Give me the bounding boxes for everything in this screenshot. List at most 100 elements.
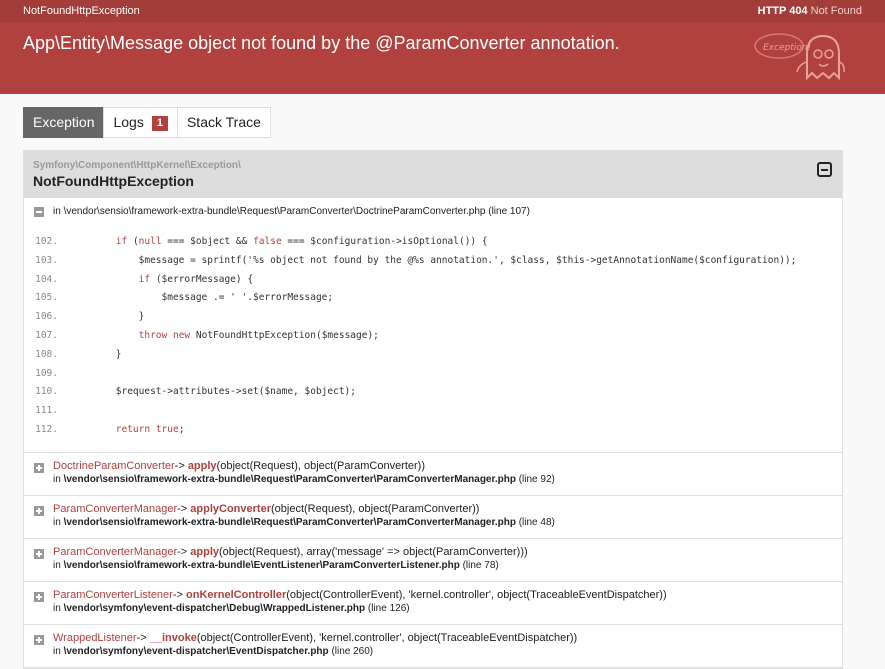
tab-logs[interactable]: Logs 1 (103, 107, 178, 138)
tab-stack-trace[interactable]: Stack Trace (176, 107, 271, 138)
file-prefix: in (53, 559, 61, 571)
trace-item[interactable]: ParamConverterListener-> onKernelControl… (24, 582, 842, 625)
collapse-toggle-icon[interactable] (817, 162, 832, 177)
trace-method: apply (187, 459, 217, 472)
code-line: 103. $message = sprintf('%s object not f… (24, 252, 842, 271)
line-number: 107. (35, 329, 58, 341)
code-line: 109. (24, 365, 842, 384)
http-status: HTTP 404 Not Found (758, 5, 862, 17)
tab-label: Stack Trace (186, 114, 261, 130)
expand-icon[interactable] (34, 505, 44, 516)
trace-location: in \vendor\sensio\framework-extra-bundle… (53, 517, 555, 528)
trace-class: DoctrineParamConverter (53, 459, 175, 472)
trace-file: \vendor\symfony\event-dispatcher\Debug\W… (63, 602, 366, 614)
trace-item[interactable]: ParamConverterManager-> apply(object(Req… (24, 539, 842, 582)
tab-exception[interactable]: Exception (23, 107, 105, 138)
code-text: return true; (115, 423, 185, 435)
trace-location: in \vendor\symfony\event-dispatcher\Even… (53, 646, 577, 657)
line-number: 111. (35, 405, 58, 417)
line-number: 105. (35, 292, 58, 304)
file-prefix: in (53, 473, 61, 485)
file-prefix: in (53, 206, 61, 217)
arrow-operator: -> (177, 502, 188, 515)
code-line: 104. if ($errorMessage) { (24, 271, 842, 290)
trace-line: (line 126) (367, 602, 410, 614)
trace-file: \vendor\sensio\framework-extra-bundle\Ev… (63, 559, 460, 571)
trace-location: in \vendor\sensio\framework-extra-bundle… (53, 560, 528, 571)
code-text: $message .= ' '.$errorMessage; (70, 292, 334, 304)
trace-class: ParamConverterManager (53, 502, 178, 515)
line-number: 102. (35, 236, 58, 247)
trace-args: (object(Request), object(ParamConverter)… (216, 459, 426, 472)
trace-file: \vendor\sensio\framework-extra-bundle\Re… (63, 516, 516, 528)
trace-location: in \vendor\sensio\framework-extra-bundle… (53, 474, 555, 485)
expand-icon[interactable] (34, 634, 44, 645)
ghost-speech-text: Exception! (763, 43, 811, 53)
arrow-operator: -> (136, 631, 147, 644)
trace-item[interactable]: WrappedListener-> __invoke(object(Contro… (24, 625, 842, 668)
trace-class: ParamConverterManager (53, 545, 178, 558)
line-number: 109. (35, 367, 58, 379)
tab-bar: Exception Logs 1 Stack Trace (23, 107, 271, 138)
tab-label: Exception (33, 114, 95, 130)
code-text: if ($errorMessage) { (138, 273, 254, 285)
exception-source-file: in \vendor\sensio\framework-extra-bundle… (24, 198, 842, 225)
line-number: 103. (35, 254, 58, 266)
exception-panel-header: Symfony\Component\HttpKernel\Exception\ … (24, 151, 842, 198)
trace-method: onKernelController (186, 588, 287, 601)
trace-line: (line 78) (462, 559, 499, 571)
trace-call: WrappedListener-> __invoke(object(Contro… (53, 632, 577, 644)
trace-item[interactable]: ParamConverterManager-> applyConverter(o… (24, 496, 842, 539)
trace-call: ParamConverterManager-> applyConverter(o… (53, 503, 555, 515)
code-text: } (70, 348, 122, 360)
collapse-icon[interactable] (34, 206, 44, 217)
exception-class: NotFoundHttpException (33, 173, 194, 189)
expand-icon[interactable] (34, 591, 44, 602)
logs-count-badge: 1 (151, 116, 168, 131)
line-number: 108. (35, 348, 58, 360)
trace-line: (line 48) (518, 516, 555, 528)
trace-call: DoctrineParamConverter-> apply(object(Re… (53, 460, 555, 472)
code-text: if (null === $object && false === $confi… (115, 236, 488, 247)
code-excerpt: 102. if (null === $object && false === $… (24, 225, 842, 453)
trace-args: (object(ControllerEvent), 'kernel.contro… (196, 631, 578, 644)
trace-call: ParamConverterListener-> onKernelControl… (53, 589, 667, 601)
trace-class: ParamConverterListener (53, 588, 173, 601)
code-text: throw new NotFoundHttpException($message… (138, 329, 379, 341)
trace-args: (object(Request), object(ParamConverter)… (270, 502, 480, 515)
trace-line: (line 92) (518, 473, 555, 485)
top-bar: NotFoundHttpException HTTP 404 Not Found (0, 0, 885, 22)
line-number: 104. (35, 273, 58, 285)
status-text: Not Found (810, 5, 862, 17)
trace-class: WrappedListener (53, 631, 137, 644)
trace-item[interactable]: DoctrineParamConverter-> apply(object(Re… (24, 453, 842, 496)
trace-method: applyConverter (190, 502, 271, 515)
code-line: 106. } (24, 308, 842, 327)
code-line: 110. $request->attributes->set($name, $o… (24, 383, 842, 402)
file-prefix: in (53, 645, 61, 657)
trace-args: (object(Request), array('message' => obj… (219, 545, 528, 558)
exception-panel: Symfony\Component\HttpKernel\Exception\ … (23, 150, 843, 669)
arrow-operator: -> (177, 545, 188, 558)
trace-method: __invoke (149, 631, 197, 644)
trace-args: (object(ControllerEvent), 'kernel.contro… (286, 588, 667, 601)
trace-body: ParamConverterListener-> onKernelControl… (53, 589, 667, 614)
exception-ghost-icon: Exception! (754, 33, 845, 81)
file-path: \vendor\sensio\framework-extra-bundle\Re… (63, 206, 486, 217)
code-text: } (70, 311, 145, 323)
code-line: 105. $message .= ' '.$errorMessage; (24, 289, 842, 308)
code-line: 107. throw new NotFoundHttpException($me… (24, 327, 842, 346)
expand-icon[interactable] (34, 462, 44, 473)
arrow-operator: -> (172, 588, 183, 601)
trace-line: (line 260) (331, 645, 374, 657)
exception-namespace: Symfony\Component\HttpKernel\Exception\ (33, 160, 241, 171)
exception-class-label: NotFoundHttpException (23, 5, 140, 17)
trace-method: apply (190, 545, 220, 558)
code-line: 112. return true; (24, 421, 842, 440)
line-number: 110. (35, 386, 58, 398)
error-header: NotFoundHttpException HTTP 404 Not Found… (0, 0, 885, 94)
line-number: 106. (35, 311, 58, 323)
expand-icon[interactable] (34, 548, 44, 559)
trace-body: ParamConverterManager-> applyConverter(o… (53, 503, 555, 528)
trace-body: DoctrineParamConverter-> apply(object(Re… (53, 460, 555, 485)
